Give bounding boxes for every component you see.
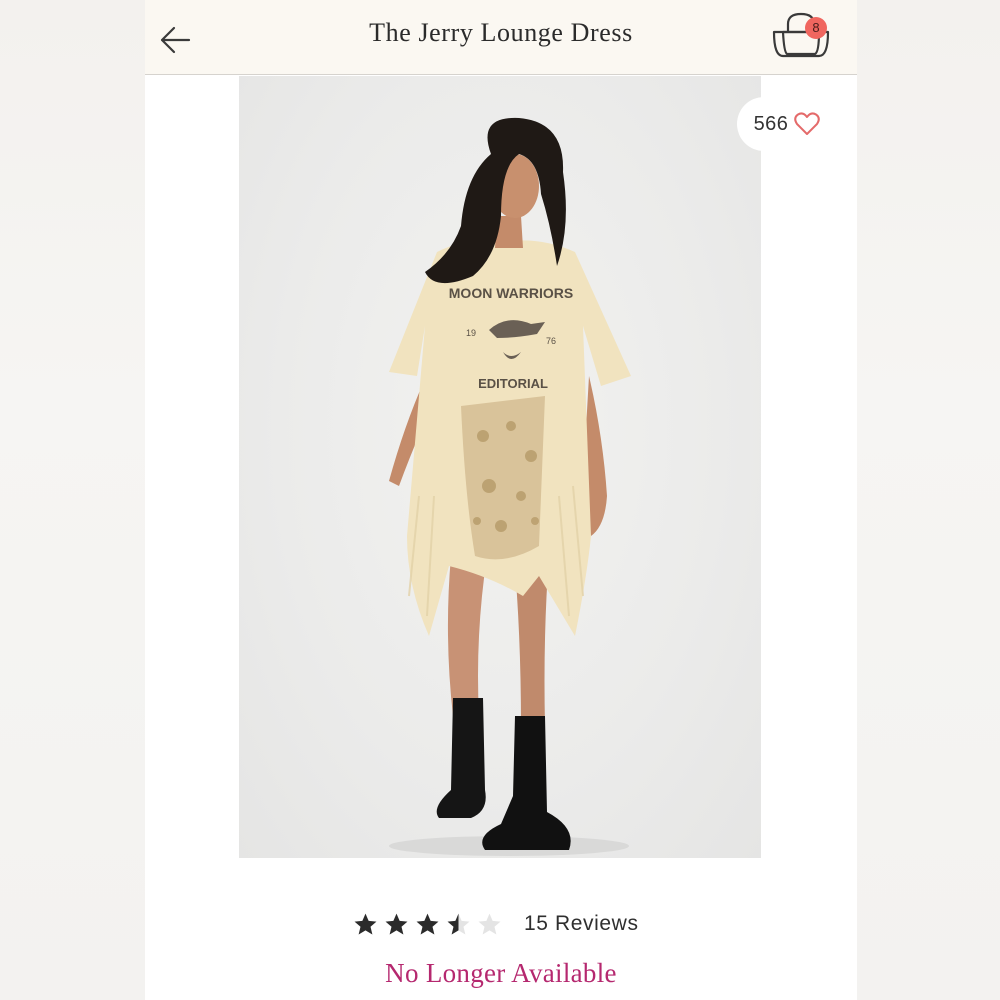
page-title: The Jerry Lounge Dress [369, 18, 633, 47]
print-text-left: 19 [466, 328, 476, 338]
top-navigation-bar: The Jerry Lounge Dress 8 [145, 0, 857, 75]
product-photo-illustration: MOON WARRIORS 19 76 EDITORIAL [389, 117, 631, 856]
likes-count: 566 [753, 112, 789, 135]
reviews-link[interactable]: 15 Reviews [524, 912, 639, 936]
star-icon [385, 913, 408, 934]
star-icon [447, 913, 470, 934]
heart-outline-icon [794, 112, 821, 135]
star-icon [416, 913, 439, 934]
right-backdrop [857, 0, 1000, 1000]
left-backdrop [0, 0, 145, 1000]
product-page: The Jerry Lounge Dress 8 MOON WARRIORS 1… [145, 0, 857, 1000]
print-text-right: 76 [546, 336, 556, 346]
print-text-bottom: EDITORIAL [478, 376, 548, 391]
star-icon [478, 913, 501, 934]
star-icon [354, 913, 377, 934]
cart-count-badge: 8 [805, 17, 827, 39]
print-text-top: MOON WARRIORS [449, 285, 573, 301]
rating-summary: 15 Reviews [353, 906, 639, 942]
product-image[interactable]: MOON WARRIORS 19 76 EDITORIAL [239, 76, 761, 858]
star-rating [353, 912, 502, 937]
like-button[interactable]: 566 [737, 97, 837, 151]
availability-status: No Longer Available [385, 958, 617, 988]
